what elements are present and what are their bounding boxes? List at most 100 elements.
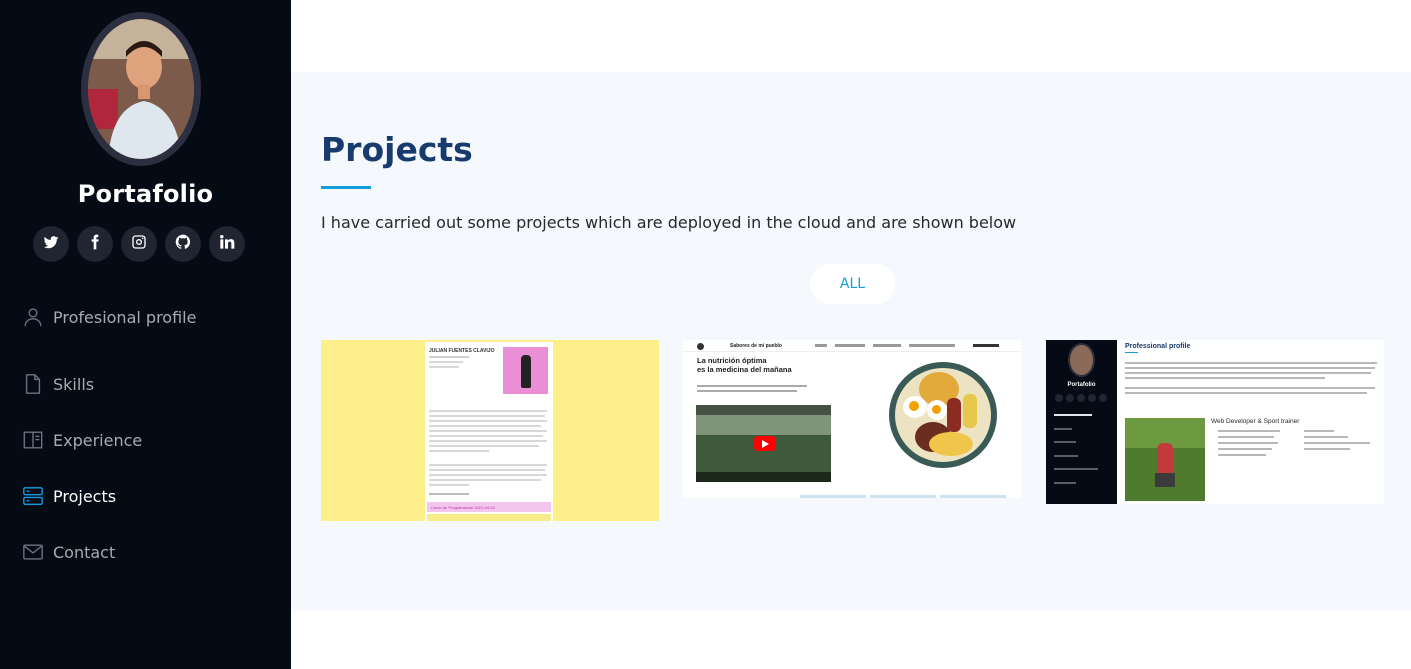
brand-title: Portafolio <box>77 180 214 208</box>
nav-item-experience[interactable]: Experience <box>22 412 196 468</box>
nav-item-contact[interactable]: Contact <box>22 524 196 580</box>
preview-name: JULIAN FUENTES CLAVIJO <box>429 348 495 354</box>
preview-text-line <box>429 430 547 432</box>
preview-nav-line <box>1054 455 1078 457</box>
file-icon <box>22 373 44 395</box>
preview-text-line <box>429 479 541 481</box>
project-preview-image: JULIAN FUENTES CLAVIJO Curso de Programa… <box>425 342 553 521</box>
preview-video <box>696 405 831 482</box>
nav-label: Profesional profile <box>53 307 197 327</box>
preview-sidebar: Portafolio <box>1046 340 1117 504</box>
preview-text-line <box>429 425 541 427</box>
preview-food-plate <box>889 362 997 468</box>
project-gallery: JULIAN FUENTES CLAVIJO Curso de Programa… <box>321 340 1385 522</box>
preview-text-line <box>429 469 545 471</box>
project-card[interactable]: Sabores de mi pueblo La nutrición óptima… <box>683 340 1021 498</box>
preview-detail-line <box>1218 448 1272 450</box>
nav-label: Projects <box>53 486 117 506</box>
preview-nav-link <box>873 344 901 347</box>
github-icon <box>175 234 191 255</box>
preview-text-line <box>429 484 469 486</box>
github-link[interactable] <box>165 226 201 262</box>
person-icon <box>22 306 44 328</box>
preview-detail-line <box>1304 442 1370 444</box>
preview-text-line <box>1125 372 1371 374</box>
section-description: I have carried out some projects which a… <box>321 213 1017 232</box>
nav-label: Contact <box>53 542 116 562</box>
preview-text-line <box>429 435 543 437</box>
book-icon <box>22 429 44 451</box>
envelope-icon <box>22 541 44 563</box>
preview-text-line <box>429 440 547 442</box>
preview-detail-line <box>1218 454 1266 456</box>
preview-nav-line <box>1054 428 1072 430</box>
projects-section: Projects I have carried out some project… <box>291 72 1411 611</box>
preview-detail-line <box>1218 430 1280 432</box>
preview-text-line <box>429 445 539 447</box>
preview-text-line <box>429 361 463 363</box>
preview-icons <box>429 493 469 495</box>
facebook-link[interactable] <box>77 226 113 262</box>
nav-label: Skills <box>53 374 95 394</box>
profile-avatar <box>81 12 201 166</box>
twitter-icon <box>43 234 59 255</box>
preview-course-bar: Curso de Programación 2021-04-03 <box>427 502 551 512</box>
preview-course-label: Curso de Programación 2021-04-03 <box>431 505 495 510</box>
linkedin-icon <box>219 234 235 255</box>
server-icon <box>22 485 44 507</box>
preview-text-line <box>429 450 489 452</box>
preview-nav-line <box>1054 414 1092 416</box>
nav-item-profesional-profile[interactable]: Profesional profile <box>22 300 196 334</box>
preview-nav-line <box>1054 441 1076 443</box>
preview-text-line <box>429 356 469 358</box>
preview-nav-link <box>835 344 865 347</box>
twitter-link[interactable] <box>33 226 69 262</box>
preview-photo <box>1125 418 1205 501</box>
preview-section-title: Professional profile <box>1125 343 1191 350</box>
preview-logo <box>697 343 704 350</box>
project-card[interactable]: Portafolio Professional profile Web Deve… <box>1046 340 1384 504</box>
linkedin-link[interactable] <box>209 226 245 262</box>
preview-navbar: Sabores de mi pueblo <box>683 340 1021 352</box>
preview-role: Web Developer & Sport trainer <box>1211 418 1300 425</box>
preview-text-line <box>1125 387 1375 389</box>
preview-text-line <box>697 385 807 387</box>
instagram-icon <box>131 234 147 255</box>
main-navigation: Profesional profile Skills Experience Pr… <box>22 300 196 580</box>
nav-label: Experience <box>53 430 143 450</box>
preview-text-line <box>697 390 797 392</box>
facebook-icon <box>87 234 103 255</box>
nav-item-skills[interactable]: Skills <box>22 356 196 412</box>
preview-nav-line <box>1054 468 1098 470</box>
preview-text-line <box>1125 362 1377 364</box>
preview-text-line <box>1125 392 1367 394</box>
preview-heading: La nutrición óptima es la medicina del m… <box>697 356 792 374</box>
preview-detail-line <box>1218 436 1274 438</box>
preview-social-icons <box>1055 394 1107 402</box>
preview-heading-line-1: La nutrición óptima <box>697 356 767 365</box>
preview-detail-line <box>1304 430 1334 432</box>
preview-avatar <box>1068 343 1095 377</box>
filter-all-button[interactable]: ALL <box>810 264 895 304</box>
nav-item-projects[interactable]: Projects <box>22 468 196 524</box>
preview-heading-line-2: es la medicina del mañana <box>697 365 792 374</box>
section-title: Projects <box>321 130 473 169</box>
social-links <box>33 226 245 262</box>
preview-title-underline <box>1125 352 1138 353</box>
preview-detail-line <box>1218 442 1278 444</box>
preview-nav-line <box>1054 482 1076 484</box>
project-card[interactable]: JULIAN FUENTES CLAVIJO Curso de Programa… <box>321 340 659 521</box>
title-underline <box>321 186 371 189</box>
preview-brand: Portafolio <box>1067 382 1096 388</box>
play-icon <box>754 436 776 451</box>
preview-text-line <box>429 464 547 466</box>
preview-nav-link <box>815 344 827 347</box>
instagram-link[interactable] <box>121 226 157 262</box>
preview-text-line <box>429 366 459 368</box>
preview-site-title: Sabores de mi pueblo <box>730 343 782 349</box>
preview-detail-line <box>1304 436 1348 438</box>
preview-text-line <box>1125 377 1325 379</box>
preview-nav-link <box>973 344 999 347</box>
preview-photo <box>503 347 548 394</box>
preview-nav-link <box>909 344 955 347</box>
